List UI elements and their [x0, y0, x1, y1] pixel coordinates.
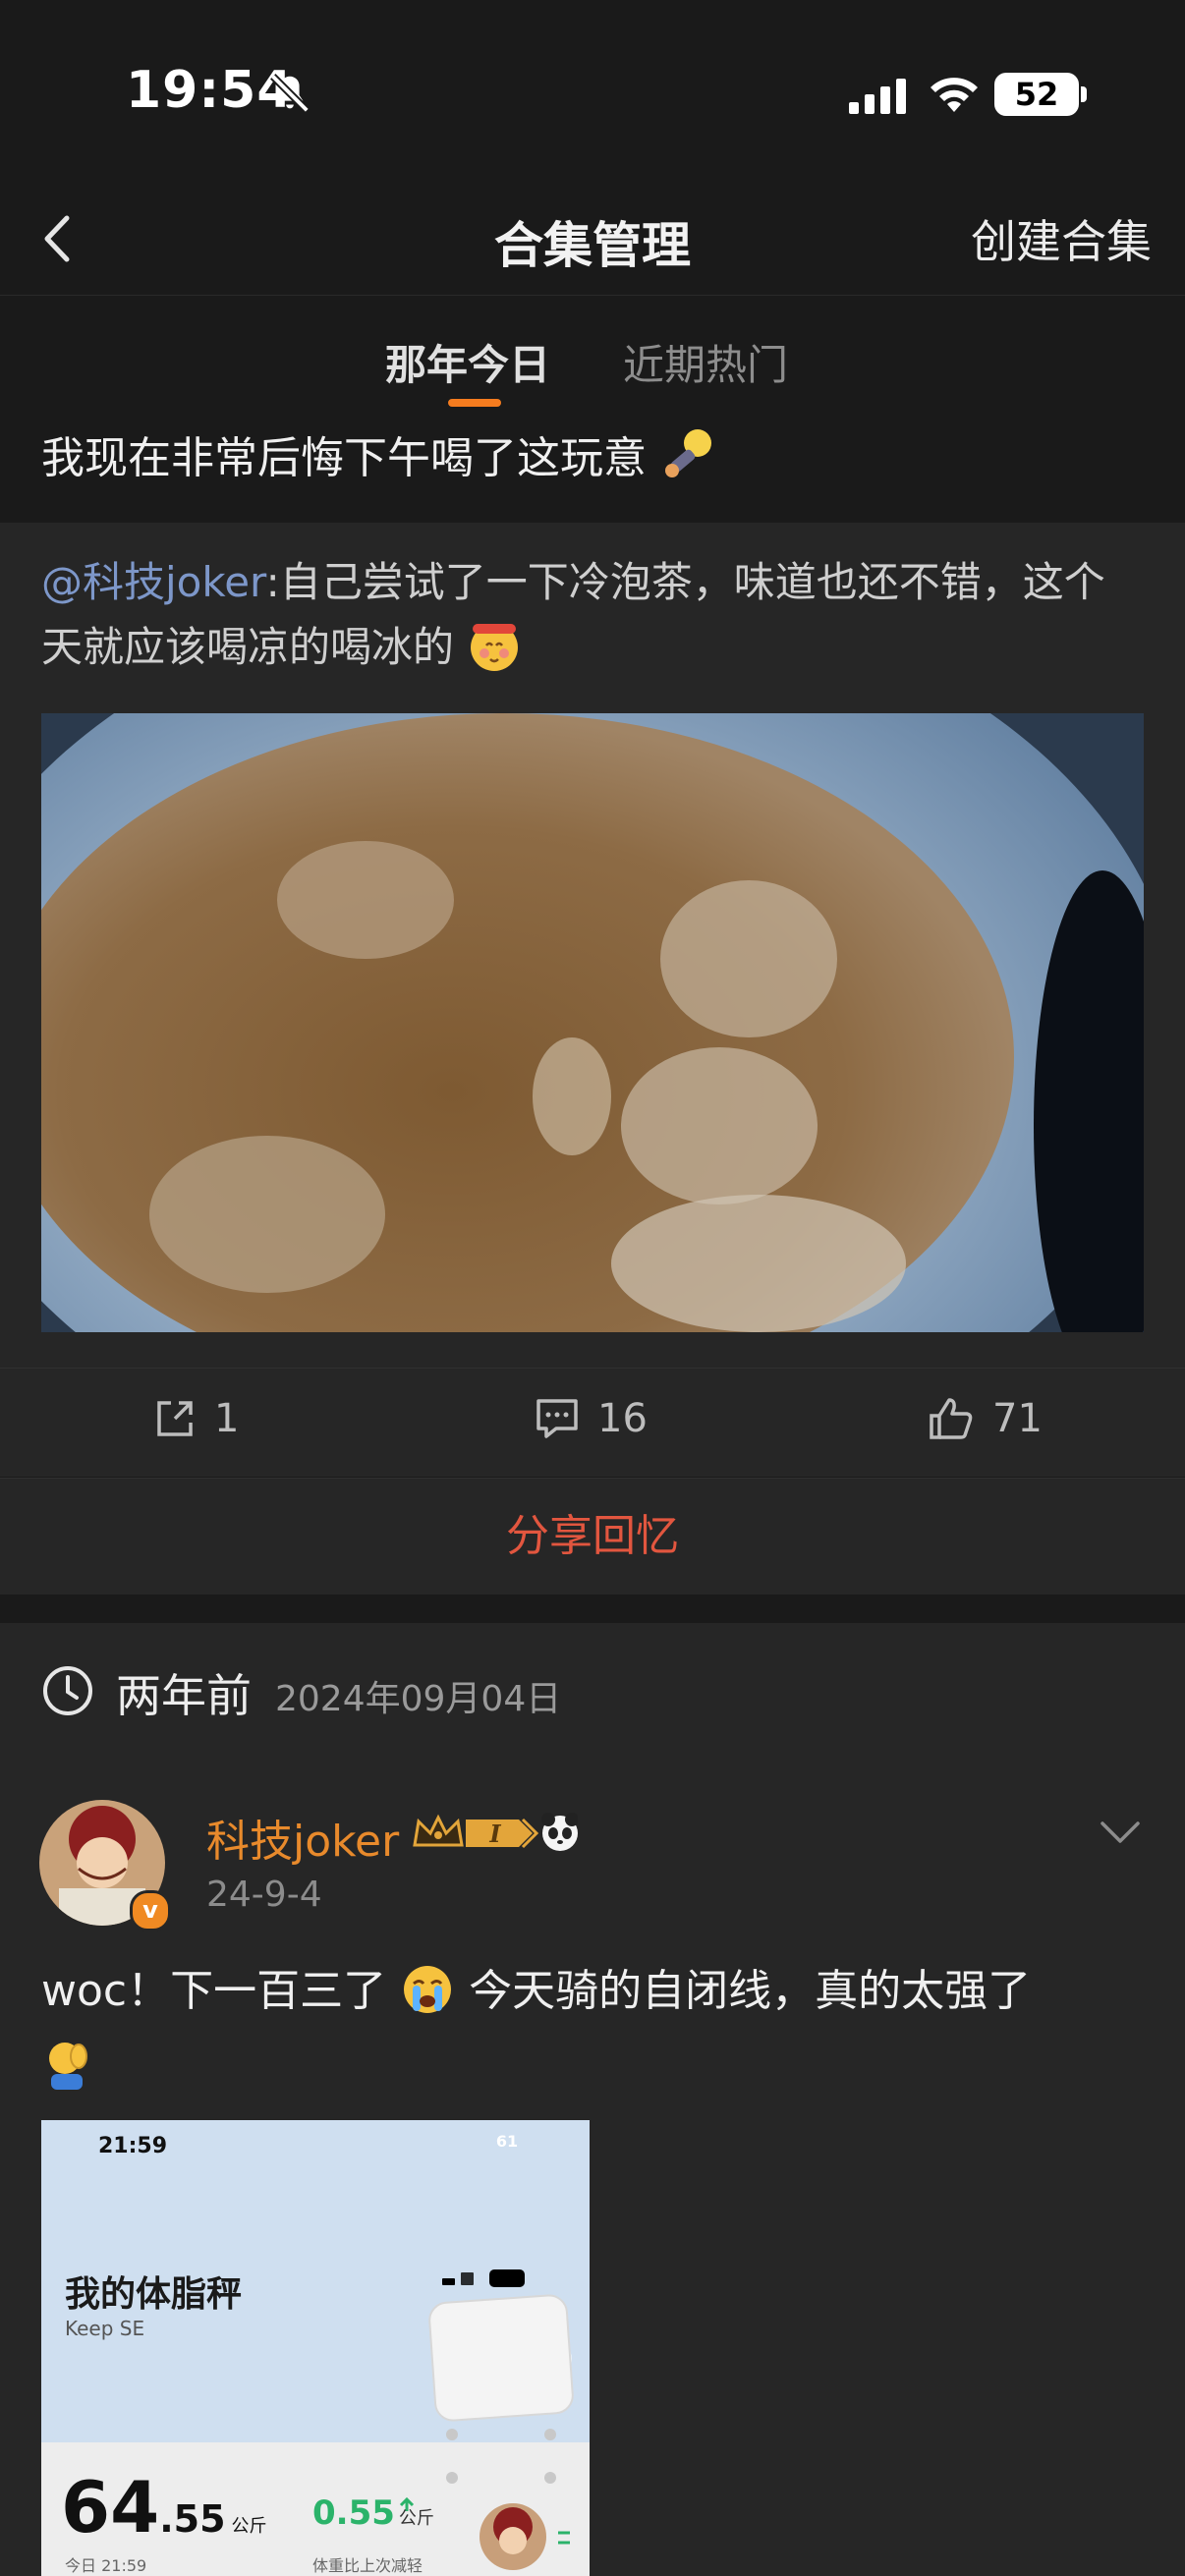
- iced-tea-photo[interactable]: [41, 713, 1144, 1332]
- lightbulb-emoji-icon: [665, 429, 711, 477]
- clock-icon: [43, 1666, 92, 1715]
- active-tab-indicator: [448, 399, 501, 407]
- comment-icon: [536, 1399, 578, 1438]
- chevron-down-icon[interactable]: [1099, 1818, 1142, 1847]
- like-count: 71: [992, 1396, 1043, 1441]
- wifi-icon: [931, 78, 978, 112]
- scale-status-time: 21:59: [98, 2134, 168, 2158]
- share-action[interactable]: 1: [153, 1396, 239, 1441]
- share-memory-button[interactable]: 分享回忆: [0, 1478, 1185, 1595]
- scale-weight-caption: 今日 21:59: [65, 2556, 147, 2575]
- share-count: 1: [214, 1396, 240, 1441]
- scale-screenshot-image[interactable]: 21:59 61 我的体脂秤 Keep SE 64.55 公斤 今日 21:59 …: [41, 2120, 590, 2576]
- blushing-face-emoji-icon: [471, 624, 519, 671]
- status-bar: 19:54 52: [0, 0, 1185, 187]
- tab-on-this-day[interactable]: 那年今日: [385, 332, 550, 392]
- scale-status-battery: 61: [495, 2132, 519, 2151]
- scale-app-title: 我的体脂秤: [65, 2274, 243, 2315]
- years-ago-label: 两年前: [116, 1669, 252, 1722]
- post-text-part1: woc！下一百三了: [41, 1966, 387, 2016]
- comment-action[interactable]: 16: [535, 1396, 648, 1441]
- crying-face-emoji-icon: [404, 1966, 452, 2013]
- tab-recent-hot[interactable]: 近期热门: [623, 332, 788, 392]
- post-date: 24-9-4: [206, 1875, 322, 1915]
- post-headline[interactable]: 我现在非常后悔下午喝了这玩意: [41, 422, 717, 485]
- headline-text: 我现在非常后悔下午喝了这玩意: [41, 433, 647, 483]
- battery-nub: [1081, 86, 1087, 102]
- member-level: I: [488, 1820, 501, 1848]
- memory-date-row: 两年前 2024年09月04日: [0, 1623, 1185, 1754]
- nav-bar: 合集管理 创建合集: [0, 187, 1185, 296]
- repost-card[interactable]: @科技joker:自己尝试了一下冷泡茶，味道也还不错，这个天就应该喝凉的喝冰的: [0, 523, 1185, 1368]
- action-bar: 1 16 71: [0, 1368, 1185, 1477]
- thumbs-up-icon: [930, 1398, 973, 1439]
- author-name[interactable]: 科技joker: [206, 1806, 399, 1869]
- battery-indicator: 52: [994, 73, 1079, 116]
- verified-badge: v: [130, 1890, 171, 1932]
- scale-weight: 64.55 公斤: [61, 2466, 267, 2548]
- like-action[interactable]: 71: [928, 1396, 1043, 1441]
- scale-app-subtitle: Keep SE: [65, 2317, 145, 2340]
- share-icon: [157, 1401, 193, 1436]
- comment-count: 16: [597, 1396, 648, 1441]
- scale-weight-int: 64: [61, 2466, 160, 2548]
- post-text-part2: 今天骑的自闭线，真的太强了: [469, 1966, 1032, 2016]
- scale-diff-caption: 体重比上次减轻: [312, 2556, 423, 2575]
- scale-weight-unit: 公斤: [231, 2516, 267, 2537]
- facepalm-emoji-icon: [49, 2043, 87, 2090]
- scale-diff: 0.55 公斤: [312, 2493, 434, 2533]
- scale-diff-value: 0.55: [312, 2493, 395, 2533]
- memory-post[interactable]: v 科技joker I 24-9-4 woc！下一百三了 今天骑的自闭线，真的太…: [0, 1753, 1185, 2576]
- tab-bar: 那年今日 近期热门: [0, 314, 1185, 413]
- member-crown-badge-icon: I: [413, 1813, 578, 1851]
- memory-date: 2024年09月04日: [275, 1679, 562, 1719]
- signal-icon: [849, 79, 906, 114]
- bell-muted-icon: [270, 74, 310, 113]
- scale-diff-unit: 公斤: [398, 2508, 434, 2529]
- mention-link[interactable]: @科技joker: [41, 558, 266, 606]
- repost-text: @科技joker:自己尝试了一下冷泡茶，味道也还不错，这个天就应该喝凉的喝冰的: [41, 550, 1142, 680]
- scale-weight-dec: .55: [159, 2497, 226, 2541]
- post-text: woc！下一百三了 今天骑的自闭线，真的太强了: [41, 1955, 1142, 2100]
- create-collection-button[interactable]: 创建合集: [971, 206, 1152, 271]
